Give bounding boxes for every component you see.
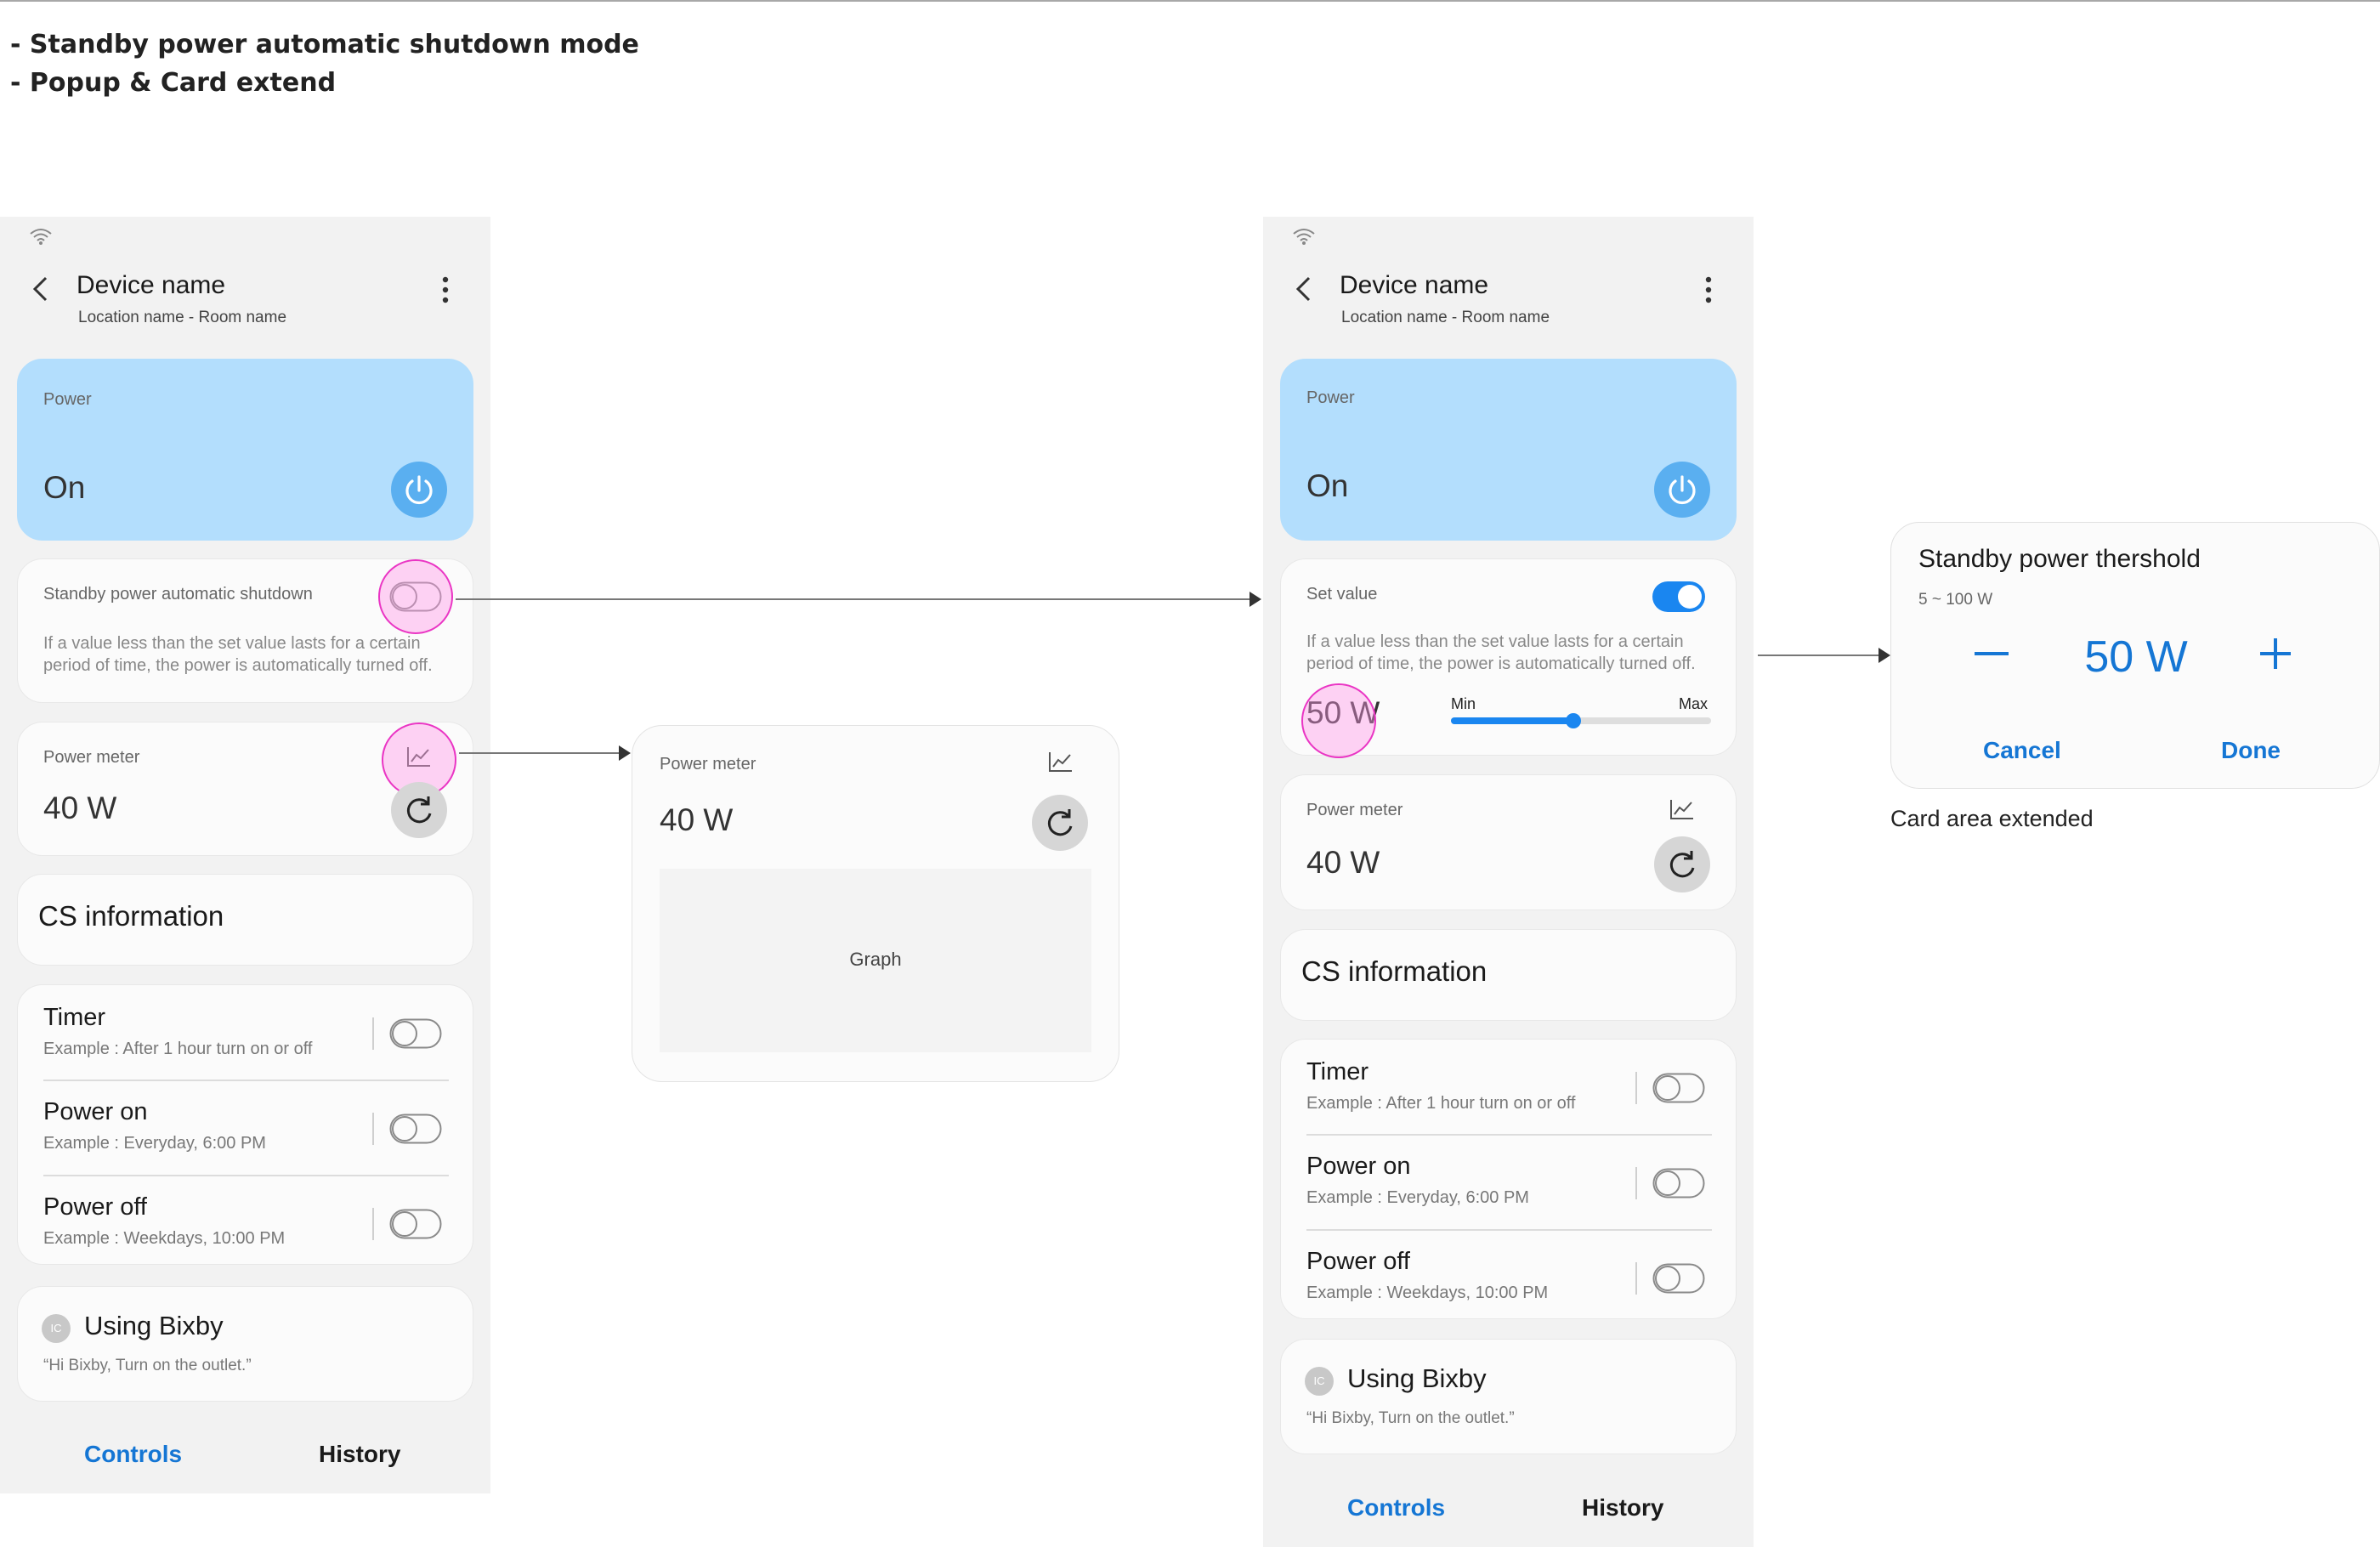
arrowhead [1250, 592, 1261, 607]
flow-connectors [456, 592, 1890, 761]
arrowhead [619, 745, 631, 761]
arrowhead [1878, 648, 1890, 663]
